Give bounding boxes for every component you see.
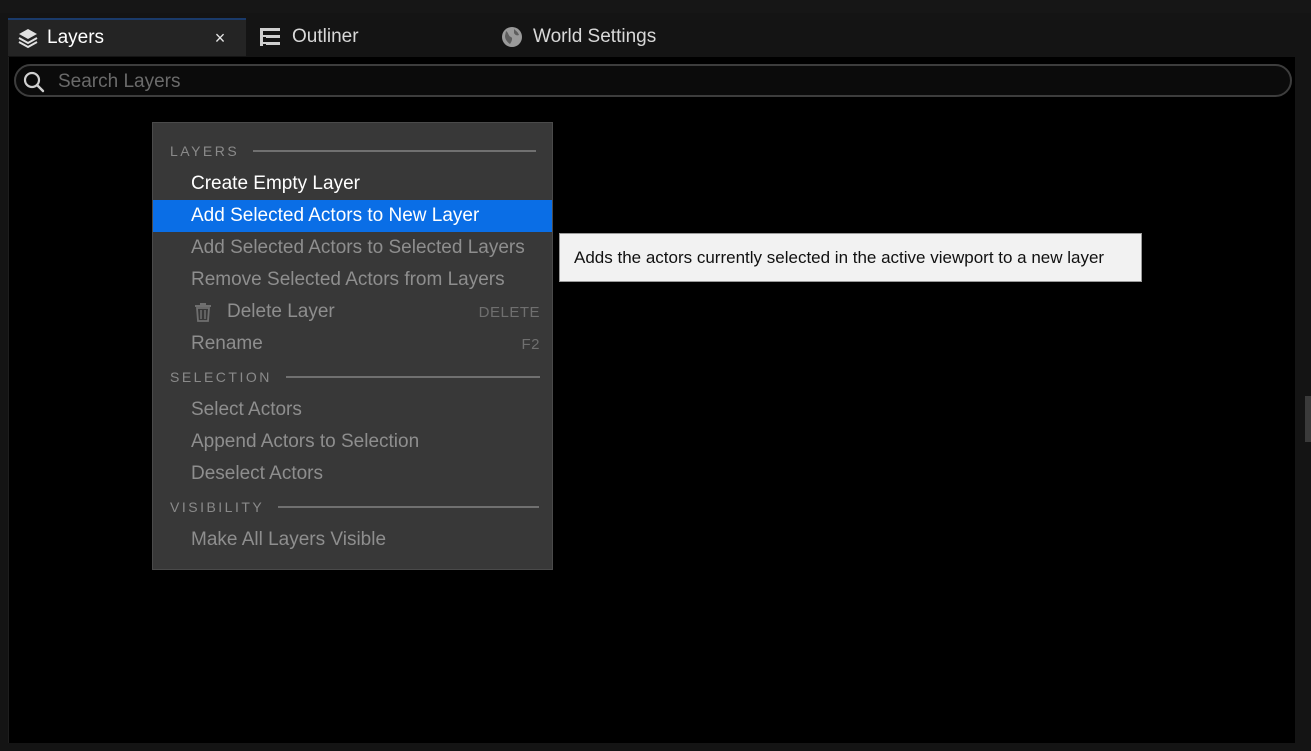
tab-outliner-label: Outliner (292, 26, 359, 47)
section-label-layers: LAYERS (170, 143, 240, 159)
menu-item-label: Select Actors (191, 399, 302, 420)
section-divider (285, 376, 540, 378)
tab-layers[interactable]: Layers × (8, 18, 246, 56)
tab-layers-label: Layers (47, 27, 105, 48)
menu-item-label: Create Empty Layer (191, 173, 360, 194)
menu-item-label: Add Selected Actors to New Layer (191, 205, 480, 226)
tab-outliner[interactable]: Outliner (256, 18, 486, 56)
section-label-visibility: VISIBILITY (170, 499, 265, 515)
section-header-selection: SELECTION (170, 368, 540, 386)
section-header-visibility: VISIBILITY (170, 498, 540, 516)
menu-item-label: Add Selected Actors to Selected Layers (191, 237, 525, 258)
tab-world-settings[interactable]: World Settings (498, 18, 798, 56)
shortcut-label: F2 (521, 335, 540, 353)
menu-item-append-actors-to-selection[interactable]: Append Actors to Selection (153, 426, 552, 458)
menu-item-select-actors[interactable]: Select Actors (153, 394, 552, 426)
menu-item-make-all-layers-visible[interactable]: Make All Layers Visible (153, 524, 552, 556)
menu-item-label: Make All Layers Visible (191, 529, 387, 550)
panel-frame-left (0, 57, 8, 743)
trash-icon (191, 300, 215, 324)
layers-icon (16, 26, 40, 50)
section-divider (253, 150, 537, 152)
globe-icon (500, 25, 524, 49)
search-icon (22, 70, 46, 94)
tooltip: Adds the actors currently selected in th… (559, 233, 1142, 282)
panel-frame-bottom (0, 743, 1311, 751)
section-label-selection: SELECTION (170, 369, 272, 385)
menu-item-label: Deselect Actors (191, 463, 323, 484)
layers-context-menu: LAYERS Create Empty Layer Add Selected A… (152, 122, 553, 570)
menu-item-remove-selected-actors-from-layers[interactable]: Remove Selected Actors from Layers (153, 264, 552, 296)
menu-item-deselect-actors[interactable]: Deselect Actors (153, 458, 552, 490)
shortcut-label: DELETE (478, 303, 540, 321)
menu-item-label: Delete Layer (227, 301, 335, 322)
search-box[interactable] (14, 64, 1292, 97)
tab-world-settings-label: World Settings (533, 26, 657, 47)
menu-item-delete-layer[interactable]: Delete Layer DELETE (153, 296, 552, 328)
menu-item-add-selected-actors-to-selected-layers[interactable]: Add Selected Actors to Selected Layers (153, 232, 552, 264)
menu-item-add-selected-actors-to-new-layer[interactable]: Add Selected Actors to New Layer (153, 200, 552, 232)
section-header-layers: LAYERS (170, 142, 537, 160)
section-divider (278, 506, 540, 508)
menu-item-label: Remove Selected Actors from Layers (191, 269, 505, 290)
menu-item-label: Append Actors to Selection (191, 431, 420, 452)
menu-item-create-empty-layer[interactable]: Create Empty Layer (153, 168, 552, 200)
close-icon[interactable]: × (212, 26, 228, 50)
search-input[interactable] (56, 68, 1260, 96)
menu-item-rename[interactable]: Rename F2 (153, 328, 552, 360)
outliner-icon (258, 25, 282, 49)
title-bar (0, 0, 1311, 13)
scrollbar-handle[interactable] (1305, 396, 1311, 442)
menu-item-label: Rename (191, 333, 263, 354)
tooltip-text: Adds the actors currently selected in th… (574, 247, 1105, 267)
